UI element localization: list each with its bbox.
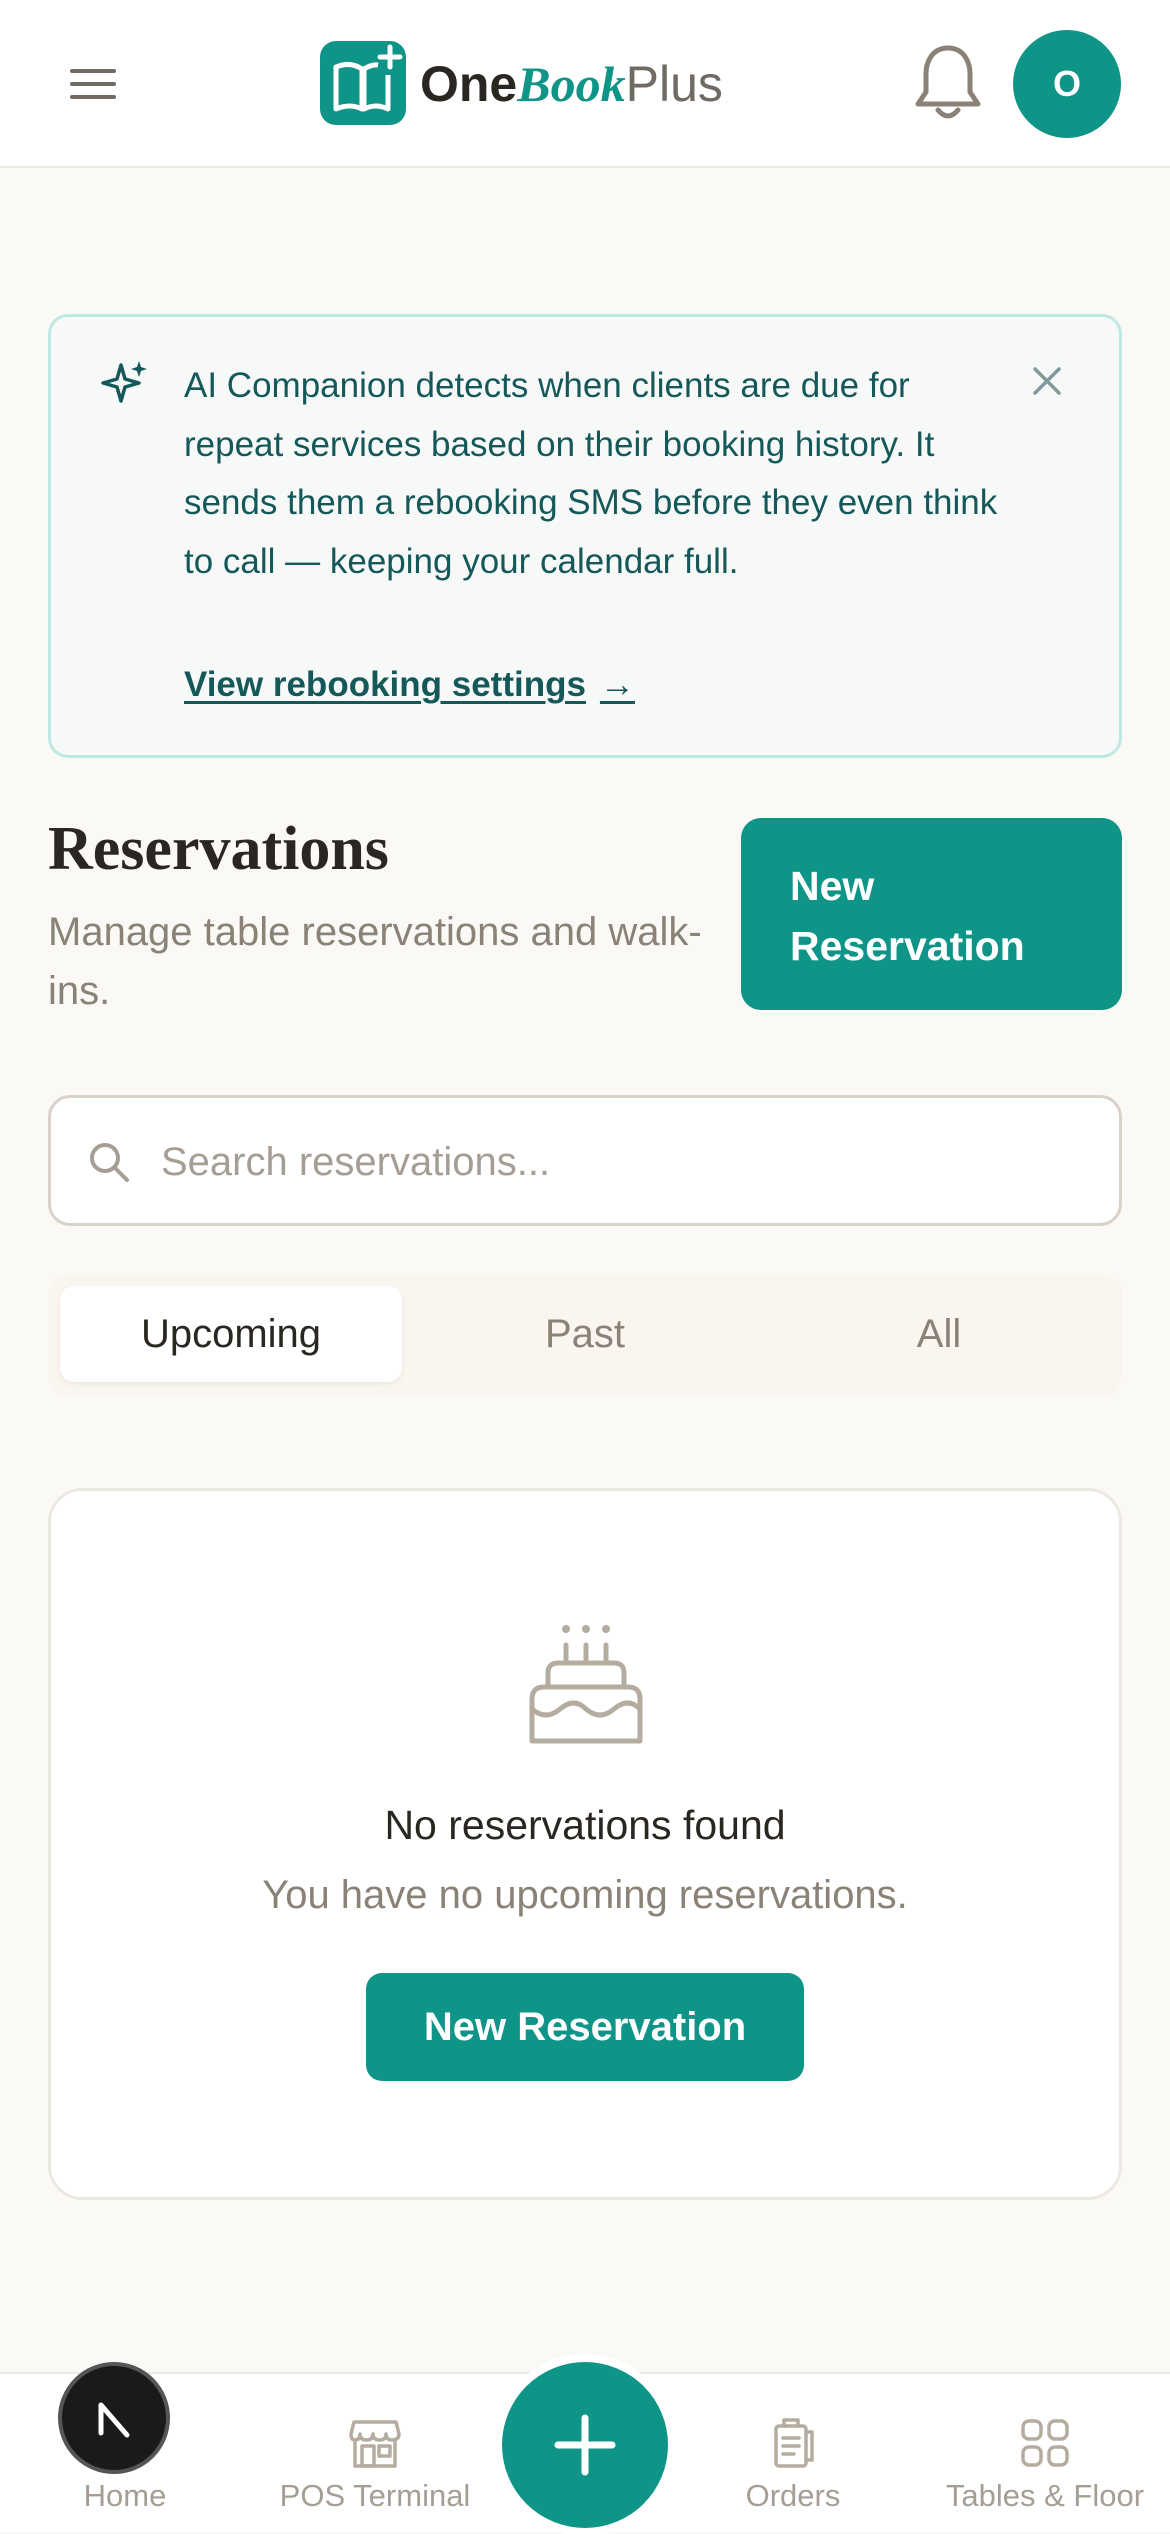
search-icon: [87, 1140, 131, 1189]
hamburger-menu-button[interactable]: [70, 58, 134, 110]
new-reservation-button[interactable]: New Reservation: [741, 818, 1122, 1010]
nav-tables-label: Tables & Floor: [945, 2478, 1145, 2513]
nav-tables-floor[interactable]: Tables & Floor: [940, 2374, 1150, 2534]
top-app-bar: OneBookPlus O: [0, 0, 1170, 168]
tab-past[interactable]: Past: [414, 1286, 756, 1382]
arrow-right-icon: →: [599, 665, 635, 704]
nav-orders-label: Orders: [745, 2478, 841, 2513]
clipboard-icon: [766, 2416, 820, 2470]
nav-orders[interactable]: Orders: [733, 2374, 853, 2534]
search-bar: [48, 1095, 1122, 1226]
dev-tools-badge[interactable]: [58, 2362, 170, 2474]
tab-upcoming[interactable]: Upcoming: [60, 1286, 402, 1382]
notification-bell-icon[interactable]: [910, 40, 986, 126]
next-n-icon: [98, 2402, 130, 2438]
menu-line: [70, 82, 116, 86]
empty-new-reservation-button[interactable]: New Reservation: [366, 1973, 804, 2081]
nav-pos-terminal[interactable]: POS Terminal: [270, 2374, 480, 2534]
grid-icon: [1018, 2416, 1072, 2470]
nav-home-label: Home: [83, 2478, 167, 2513]
tab-all[interactable]: All: [768, 1286, 1110, 1382]
user-avatar[interactable]: O: [1013, 30, 1121, 138]
search-input[interactable]: [161, 1118, 1081, 1206]
view-rebooking-settings-link[interactable]: View rebooking settings →: [184, 661, 635, 709]
close-icon[interactable]: [1027, 361, 1067, 401]
logo-book-icon: [320, 41, 406, 125]
add-fab-button[interactable]: [502, 2362, 668, 2528]
ai-companion-banner: AI Companion detects when clients are du…: [48, 314, 1122, 758]
brand-book: Book: [517, 56, 626, 112]
store-icon: [348, 2416, 402, 2470]
page-title: Reservations: [48, 815, 389, 883]
empty-state-card: No reservations found You have no upcomi…: [48, 1488, 1122, 2200]
reservation-filter-tabs: Upcoming Past All: [48, 1274, 1122, 1396]
brand-wordmark: OneBookPlus: [420, 54, 723, 114]
ai-banner-text: AI Companion detects when clients are du…: [184, 366, 998, 581]
plus-icon: [554, 2414, 616, 2476]
nav-pos-label: POS Terminal: [279, 2478, 471, 2513]
cake-icon: [526, 1621, 646, 1752]
link-label: View rebooking settings: [184, 665, 586, 704]
brand-plus: Plus: [625, 56, 723, 112]
sparkle-icon: [101, 359, 149, 407]
menu-line: [70, 69, 116, 73]
page-subtitle: Manage table reservations and walk-ins.: [48, 910, 702, 1013]
menu-line: [70, 95, 116, 99]
empty-state-title: No reservations found: [384, 1802, 786, 1848]
brand-one: One: [420, 56, 518, 112]
empty-state-subtitle: You have no upcoming reservations.: [262, 1873, 908, 1917]
